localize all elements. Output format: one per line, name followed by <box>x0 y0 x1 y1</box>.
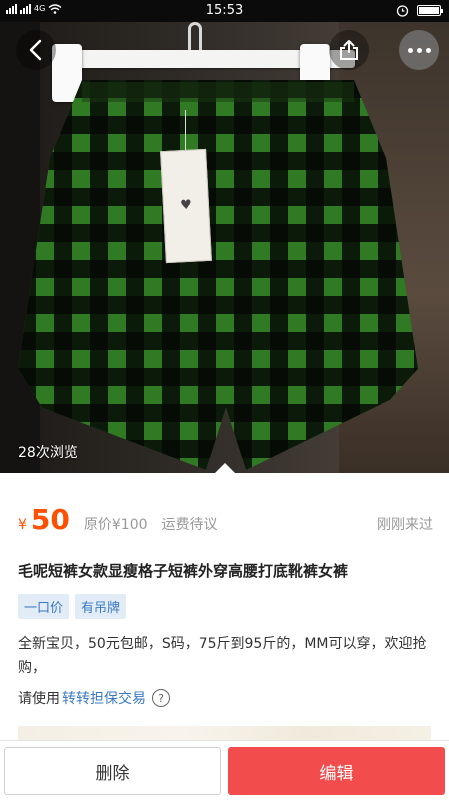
edit-button[interactable]: 编辑 <box>228 747 445 795</box>
back-arrow-icon <box>29 39 42 61</box>
status-right <box>396 4 443 17</box>
back-button[interactable] <box>16 30 56 70</box>
more-button[interactable] <box>399 30 439 70</box>
plaid-shorts-image <box>18 80 418 470</box>
product-photo[interactable]: ♥ <box>0 22 449 473</box>
status-bar: 4G 15:53 <box>0 0 449 22</box>
bottom-action-bar: 删除 编辑 <box>0 740 449 800</box>
last-seen: 刚刚来过 <box>377 517 433 533</box>
price-tag-image: ♥ <box>160 148 212 264</box>
tag-fixed-price: 一口价 <box>18 594 70 619</box>
status-time: 15:53 <box>205 3 244 18</box>
battery-icon <box>417 5 443 16</box>
guarantee-link[interactable]: 转转担保交易 <box>62 688 146 708</box>
price-row: ¥ 50 原价¥100 运费待议 刚刚来过 <box>18 503 433 543</box>
original-price: 原价¥100 <box>83 517 148 533</box>
shipping-info: 运费待议 <box>161 517 218 533</box>
share-icon <box>340 40 358 60</box>
hanger-hook <box>188 22 202 52</box>
tag-list: 一口价 有吊牌 <box>18 594 127 619</box>
photo-pointer <box>214 463 236 474</box>
more-dots-icon <box>407 47 431 53</box>
listing-description: 全新宝贝，50元包邮，S码，75斤到95斤的，MM可以穿，欢迎抢购， <box>18 636 427 676</box>
view-count: 28次浏览 <box>18 445 78 461</box>
heart-icon: ♥ <box>179 197 193 214</box>
guarantee-row: 请使用 转转担保交易 ? <box>18 688 170 708</box>
share-button[interactable] <box>329 30 369 70</box>
question-circle-icon[interactable]: ? <box>152 689 170 707</box>
listing-title: 毛呢短裤女款显瘦格子短裤外穿高腰打底靴裤女裤 <box>18 562 349 580</box>
guarantee-prefix: 请使用 <box>18 691 60 707</box>
currency-symbol: ¥ <box>18 517 27 533</box>
tag-with-label: 有吊牌 <box>75 594 127 619</box>
alarm-icon <box>396 5 409 17</box>
delete-button[interactable]: 删除 <box>4 747 221 795</box>
price: 50 <box>30 503 70 536</box>
